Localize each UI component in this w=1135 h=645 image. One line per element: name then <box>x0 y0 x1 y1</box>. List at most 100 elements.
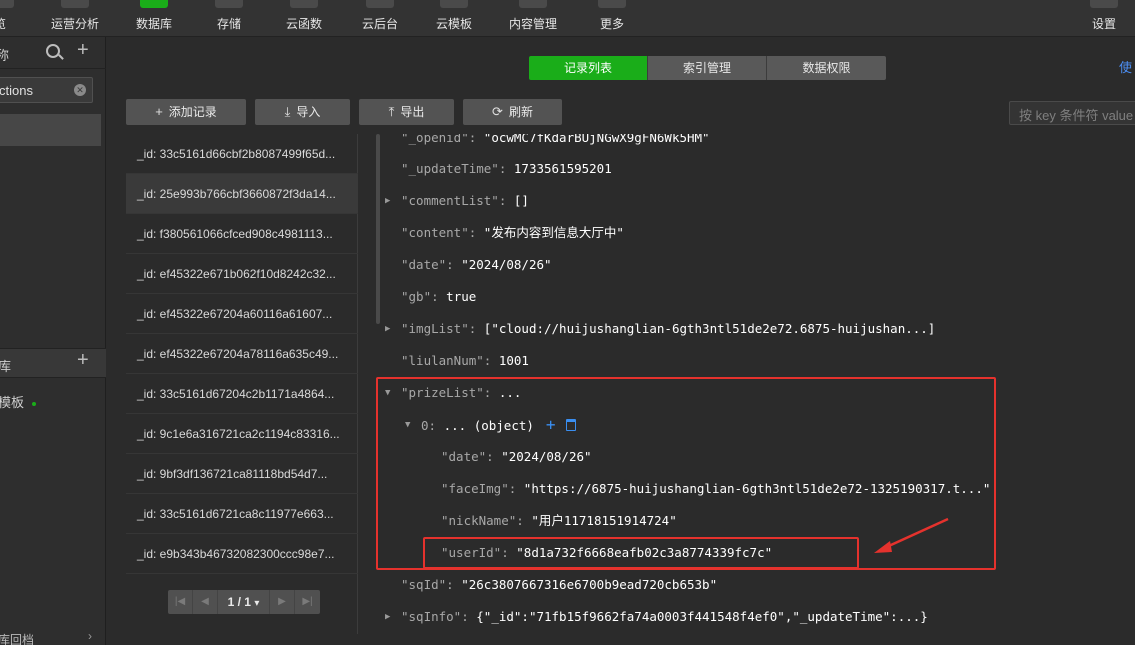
sidebar-item-template[interactable]: 模板 <box>0 392 37 411</box>
field-update-time[interactable]: "_updateTime": 1733561595201 <box>401 159 612 179</box>
field-key: "commentList": <box>401 193 507 208</box>
field-value: "2024/08/26" <box>461 257 552 272</box>
field-value: 1733561595201 <box>513 161 612 176</box>
list-item[interactable]: _id: f380561066cfced908c4981113... <box>126 214 358 254</box>
content-management-icon <box>519 0 547 8</box>
button-label: 导出 <box>400 105 425 119</box>
sidebar-header: 称 + <box>0 37 106 69</box>
list-item[interactable]: _id: ef45322e67204a60116a61607... <box>126 294 358 334</box>
field-key: "sqInfo": <box>401 609 469 624</box>
first-page-button[interactable]: |◀ <box>168 590 193 614</box>
list-item[interactable]: _id: 9c1e6a316721ca2c1194c83316... <box>126 414 358 454</box>
field-key: "imgList": <box>401 321 477 336</box>
export-button[interactable]: ⤒ 导出 <box>359 99 454 125</box>
tab-record-list[interactable]: 记录列表 <box>529 56 648 80</box>
sidebar-section-title: 库 <box>0 359 12 374</box>
button-label: 添加记录 <box>168 105 217 119</box>
search-icon[interactable] <box>46 44 60 58</box>
toolbar-content-management[interactable]: 内容管理 <box>506 0 560 37</box>
toolbar-storage[interactable]: 存储 <box>212 0 246 37</box>
annotation-arrow-icon <box>874 517 949 553</box>
add-icon[interactable]: + <box>77 349 89 372</box>
list-item[interactable]: _id: ef45322e67204a78116a635c49... <box>126 334 358 374</box>
top-toolbar: 览 运营分析 数据库 存储 云函数 云后台 云模板 内容管理 <box>0 0 1135 37</box>
field-sq-id[interactable]: "sqId": "26c3807667316e6700b9ead720cb653… <box>401 575 717 595</box>
tab-data-permissions[interactable]: 数据权限 <box>767 56 886 80</box>
sidebar-bottom-label: 库回档 <box>0 633 35 645</box>
list-item[interactable]: _id: 25e993b766cbf3660872f3da14... <box>126 174 358 214</box>
analytics-icon <box>61 0 89 8</box>
field-content[interactable]: "content": "发布内容到信息大厅中" <box>401 223 624 243</box>
storage-icon <box>215 0 243 8</box>
toolbar-label: 云模板 <box>435 17 472 31</box>
prev-page-button[interactable]: ◀ <box>193 590 218 614</box>
field-img-list[interactable]: ▶ "imgList": ["cloud://huijushanglian-6gt… <box>385 319 935 339</box>
field-openid[interactable]: "_openid": "ocwMC7fKdarBUjNGwX9gFN6Wk5HM… <box>401 134 710 148</box>
toolbar-label: 云函数 <box>285 17 322 31</box>
field-gb[interactable]: "gb": true <box>401 287 476 307</box>
list-item[interactable]: _id: 33c5161d67204c2b1171a4864... <box>126 374 358 414</box>
sidebar-bottom-item[interactable]: 库回档 › <box>0 629 106 645</box>
toolbar-cloud-backend[interactable]: 云后台 <box>359 0 401 37</box>
field-key: "gb": <box>401 289 439 304</box>
collections-sidebar: 称 + ctions ✕ 库 + 模板 库回档 › <box>0 37 106 645</box>
clear-icon[interactable]: ✕ <box>74 84 86 96</box>
download-icon: ⤓ <box>284 104 291 119</box>
list-item[interactable]: _id: ef45322e671b062f10d8242c32... <box>126 254 358 294</box>
toolbar-cloud-templates[interactable]: 云模板 <box>433 0 475 37</box>
page-select[interactable]: 1 / 1 ▾ <box>218 590 270 614</box>
pagination: |◀ ◀ 1 / 1 ▾ ▶ ▶| <box>168 590 320 614</box>
field-sq-info[interactable]: ▶ "sqInfo": {"_id":"71fb15f9662fa74a0003f… <box>385 607 928 627</box>
list-item[interactable]: _id: 33c5161d6721ca8c11977e663... <box>126 494 358 534</box>
query-filter-input[interactable]: 按 key 条件符 value <box>1009 101 1135 125</box>
expand-arrow-icon[interactable]: ▶ <box>385 607 390 627</box>
action-bar: + 添加记录 ⤓ 导入 ⤒ 导出 ⟳ 刷新 <box>126 99 571 125</box>
list-item[interactable]: _id: 33c5161d66cbf2b8087499f65d... <box>126 134 358 174</box>
more-icon <box>598 0 626 8</box>
usage-link[interactable]: 使 <box>1119 57 1132 76</box>
field-liulan-num[interactable]: "liulanNum": 1001 <box>401 351 529 371</box>
button-label: 导入 <box>296 105 321 119</box>
sidebar-item-label: 模板 <box>0 395 25 410</box>
button-label: 刷新 <box>508 105 533 119</box>
field-comment-list[interactable]: ▶ "commentList": [] <box>385 191 529 211</box>
list-item[interactable]: _id: e9b343b46732082300ccc98e7... <box>126 534 358 574</box>
cloud-template-icon <box>440 0 468 8</box>
selected-collection-item[interactable] <box>0 114 101 146</box>
list-item[interactable]: _id: 9bf3df136721ca81118bd54d7... <box>126 454 358 494</box>
field-date[interactable]: "date": "2024/08/26" <box>401 255 552 275</box>
settings-gear-icon <box>1090 0 1118 8</box>
annotation-box-user-id <box>423 537 859 569</box>
add-record-button[interactable]: + 添加记录 <box>126 99 246 125</box>
field-value: "发布内容到信息大厅中" <box>483 225 624 240</box>
sidebar-title: 称 <box>0 48 10 63</box>
field-value: [] <box>513 193 529 208</box>
toolbar-cloud-functions[interactable]: 云函数 <box>283 0 325 37</box>
next-page-button[interactable]: ▶ <box>270 590 295 614</box>
last-page-button[interactable]: ▶| <box>295 590 320 614</box>
add-collection-icon[interactable]: + <box>77 39 89 62</box>
cloud-backend-icon <box>366 0 394 8</box>
record-list: _id: 33c5161d66cbf2b8087499f65d... _id: … <box>126 134 380 634</box>
tab-index-management[interactable]: 索引管理 <box>648 56 767 80</box>
overview-icon <box>0 0 14 8</box>
field-value: "26c3807667316e6700b9ead720cb653b" <box>461 577 718 592</box>
toolbar-settings[interactable]: 设置 <box>1087 0 1121 37</box>
toolbar-more[interactable]: 更多 <box>595 0 629 37</box>
toolbar-analytics[interactable]: 运营分析 <box>48 0 102 37</box>
expand-arrow-icon[interactable]: ▶ <box>385 319 390 339</box>
chevron-right-icon: › <box>88 629 92 643</box>
refresh-button[interactable]: ⟳ 刷新 <box>463 99 562 125</box>
toolbar-label: 运营分析 <box>50 17 99 31</box>
toolbar-label: 览 <box>0 15 14 32</box>
field-key: "_updateTime": <box>401 161 507 176</box>
collection-search-input[interactable]: ctions ✕ <box>0 77 93 103</box>
cloud-dev-console: 览 运营分析 数据库 存储 云函数 云后台 云模板 内容管理 <box>0 0 1135 645</box>
field-value: {"_id":"71fb15f9662fa74a0003f441548f4ef0… <box>476 609 928 624</box>
field-key: "content": <box>401 225 477 240</box>
toolbar-database[interactable]: 数据库 <box>133 0 175 37</box>
toolbar-overview[interactable]: 览 <box>0 0 14 37</box>
import-button[interactable]: ⤓ 导入 <box>255 99 350 125</box>
sidebar-section-header: 库 + <box>0 348 106 378</box>
expand-arrow-icon[interactable]: ▶ <box>385 191 390 211</box>
